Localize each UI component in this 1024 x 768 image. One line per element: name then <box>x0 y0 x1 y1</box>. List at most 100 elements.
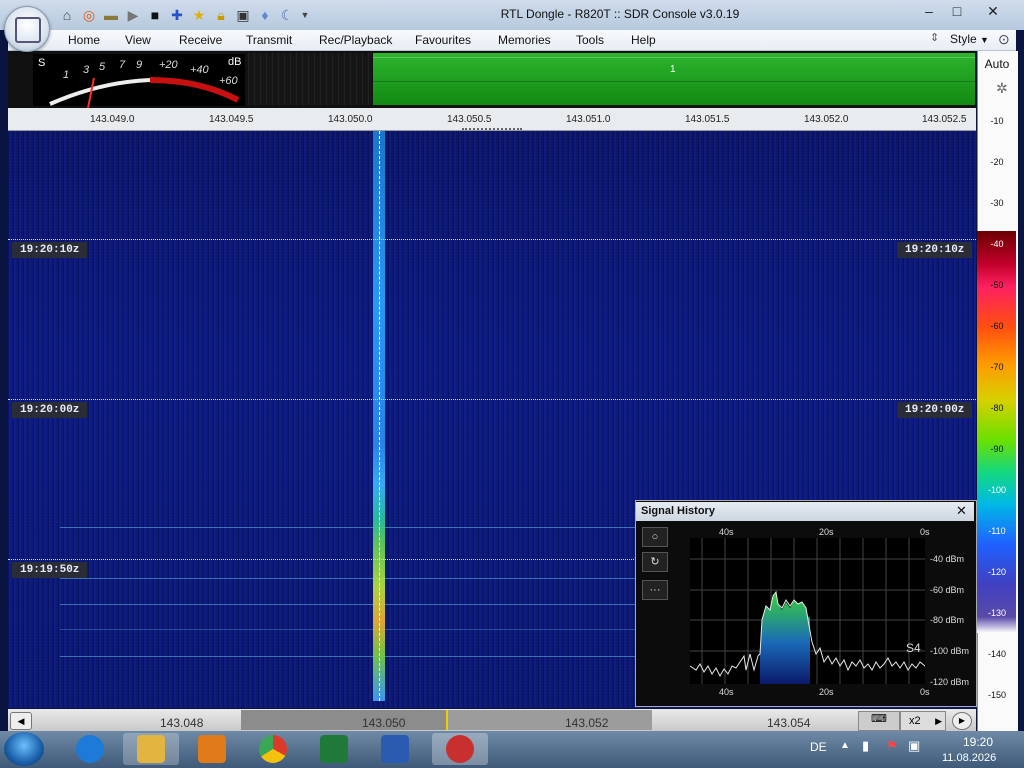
level-tick: -140 <box>987 649 1006 659</box>
time-gridline <box>8 239 976 240</box>
tray-expand-icon[interactable]: ▲ <box>840 740 850 751</box>
frequency-tick: 143.050.0 <box>328 114 373 125</box>
tray-device-icon[interactable]: ▮ <box>862 738 869 754</box>
drop-icon[interactable]: ♦ <box>256 6 274 24</box>
tray-flag-icon[interactable]: ⚑ <box>886 738 898 754</box>
band-tick: 143.052 <box>565 716 609 730</box>
maximize-button[interactable]: □ <box>944 2 970 20</box>
camera-icon[interactable]: ▣ <box>234 6 252 24</box>
level-tick: -20 <box>990 157 1004 167</box>
level-tick: -10 <box>990 116 1004 126</box>
waterfall-streak <box>60 578 636 579</box>
tray-date[interactable]: 11.08.2026 <box>942 752 996 764</box>
tuning-center-line[interactable] <box>379 131 380 701</box>
play-icon[interactable]: ▶ <box>124 6 142 24</box>
spectrum-marker: 1 <box>670 64 676 75</box>
style-menu[interactable]: Style ▼ <box>950 32 989 46</box>
band-segment[interactable] <box>241 710 446 730</box>
taskbar-chrome[interactable] <box>245 733 301 765</box>
level-tick: -30 <box>990 198 1004 208</box>
history-axis-bottom: 0s <box>920 687 930 697</box>
taskbar-media-player[interactable] <box>184 733 240 765</box>
window-title: RTL Dongle - R820T :: SDR Console v3.0.1… <box>500 7 740 21</box>
taskbar-sdr-console[interactable] <box>432 733 488 765</box>
signal-history-s-value: S4 <box>906 641 921 655</box>
close-icon[interactable]: ✕ <box>956 503 967 519</box>
signal-history-more-button[interactable]: ··· <box>642 580 668 600</box>
dropdown-icon[interactable]: ▼ <box>296 6 314 24</box>
spectrum-display[interactable] <box>373 53 975 105</box>
history-axis-y: -40 dBm <box>930 554 965 564</box>
band-segment[interactable] <box>447 710 652 730</box>
level-tick: -130 <box>987 608 1006 618</box>
frequency-tick: 143.051.0 <box>566 114 611 125</box>
history-axis-bottom: 20s <box>819 687 834 697</box>
frequency-tick: 143.049.0 <box>90 114 135 125</box>
menu-favourites[interactable]: Favourites <box>415 33 471 47</box>
level-tick: -60 <box>990 321 1004 331</box>
band-tick: 143.054 <box>767 716 811 730</box>
gear-icon[interactable]: ✲ <box>996 80 1008 97</box>
menu-transmit[interactable]: Transmit <box>246 33 292 47</box>
keyboard-icon[interactable]: ⌨ <box>858 711 900 731</box>
menu-tools[interactable]: Tools <box>576 33 604 47</box>
zoom-selector[interactable]: x2 ▶ <box>900 711 946 731</box>
time-marker-right: 19:20:10z <box>897 242 973 258</box>
scroll-left-button[interactable]: ◀ <box>10 712 32 730</box>
taskbar-excel[interactable] <box>306 733 362 765</box>
style-arrows-icon[interactable]: ⇕ <box>930 31 939 44</box>
stop-icon[interactable]: ■ <box>146 6 164 24</box>
folder-icon[interactable]: ▬ <box>102 6 120 24</box>
menu-memories[interactable]: Memories <box>498 33 551 47</box>
menu-help[interactable]: Help <box>631 33 656 47</box>
level-tick: -70 <box>990 362 1004 372</box>
level-tick: -100 <box>987 485 1006 495</box>
history-axis-y: -60 dBm <box>930 585 965 595</box>
taskbar-internet-explorer[interactable] <box>62 733 118 765</box>
waterfall-streak <box>60 629 636 630</box>
scroll-right-button[interactable]: ▶ <box>952 712 972 730</box>
application-menu-button[interactable] <box>4 6 50 52</box>
help-circle-icon[interactable]: ⊙ <box>998 31 1010 48</box>
taskbar-file-explorer[interactable] <box>123 733 179 765</box>
tray-network-icon[interactable]: ▣ <box>908 738 920 754</box>
s-meter-arc <box>49 77 240 108</box>
level-tick: -120 <box>987 567 1006 577</box>
frequency-tick: 143.052.0 <box>804 114 849 125</box>
level-tick: -40 <box>990 239 1004 249</box>
signal-history-reset-button[interactable]: ↻ <box>642 552 668 572</box>
tray-time[interactable]: 19:20 <box>958 735 998 749</box>
waterfall-streak <box>60 527 636 528</box>
s-meter-needle <box>87 77 95 108</box>
home-icon[interactable]: ⌂ <box>58 6 76 24</box>
plus-icon[interactable]: ✚ <box>168 6 186 24</box>
moon-icon[interactable]: ☾ <box>278 6 296 24</box>
menu-receive[interactable]: Receive <box>179 33 222 47</box>
level-tick: -80 <box>990 403 1004 413</box>
time-marker-left: 19:20:10z <box>12 242 88 258</box>
taskbar-word[interactable] <box>367 733 423 765</box>
time-marker-right: 19:20:00z <box>897 402 973 418</box>
signal-history-title: Signal History <box>641 505 715 517</box>
close-button[interactable]: ✕ <box>980 2 1006 20</box>
time-marker-left: 19:19:50z <box>12 562 88 578</box>
signal-history-record-button[interactable]: ○ <box>642 527 668 547</box>
auto-level-button[interactable]: Auto <box>979 57 1015 71</box>
lifebuoy-icon[interactable]: ◎ <box>80 6 98 24</box>
lock-icon[interactable]: 🔒︎ <box>212 6 230 24</box>
menu-view[interactable]: View <box>125 33 151 47</box>
menu-home[interactable]: Home <box>68 33 100 47</box>
band-tick: 143.050 <box>362 716 406 730</box>
tuning-marker[interactable] <box>446 710 448 730</box>
history-axis-top: 0s <box>920 527 930 537</box>
frequency-tick: 143.051.5 <box>685 114 730 125</box>
tray-language[interactable]: DE <box>810 740 827 754</box>
frequency-tick: 143.050.5 <box>447 114 492 125</box>
level-tick: -110 <box>988 526 1006 536</box>
menu-rec-playback[interactable]: Rec/Playback <box>319 33 392 47</box>
spectrum-left-area <box>248 53 372 105</box>
star-icon[interactable]: ★ <box>190 6 208 24</box>
history-axis-top: 20s <box>819 527 834 537</box>
start-button[interactable] <box>4 732 44 766</box>
minimize-button[interactable]: – <box>916 2 942 20</box>
